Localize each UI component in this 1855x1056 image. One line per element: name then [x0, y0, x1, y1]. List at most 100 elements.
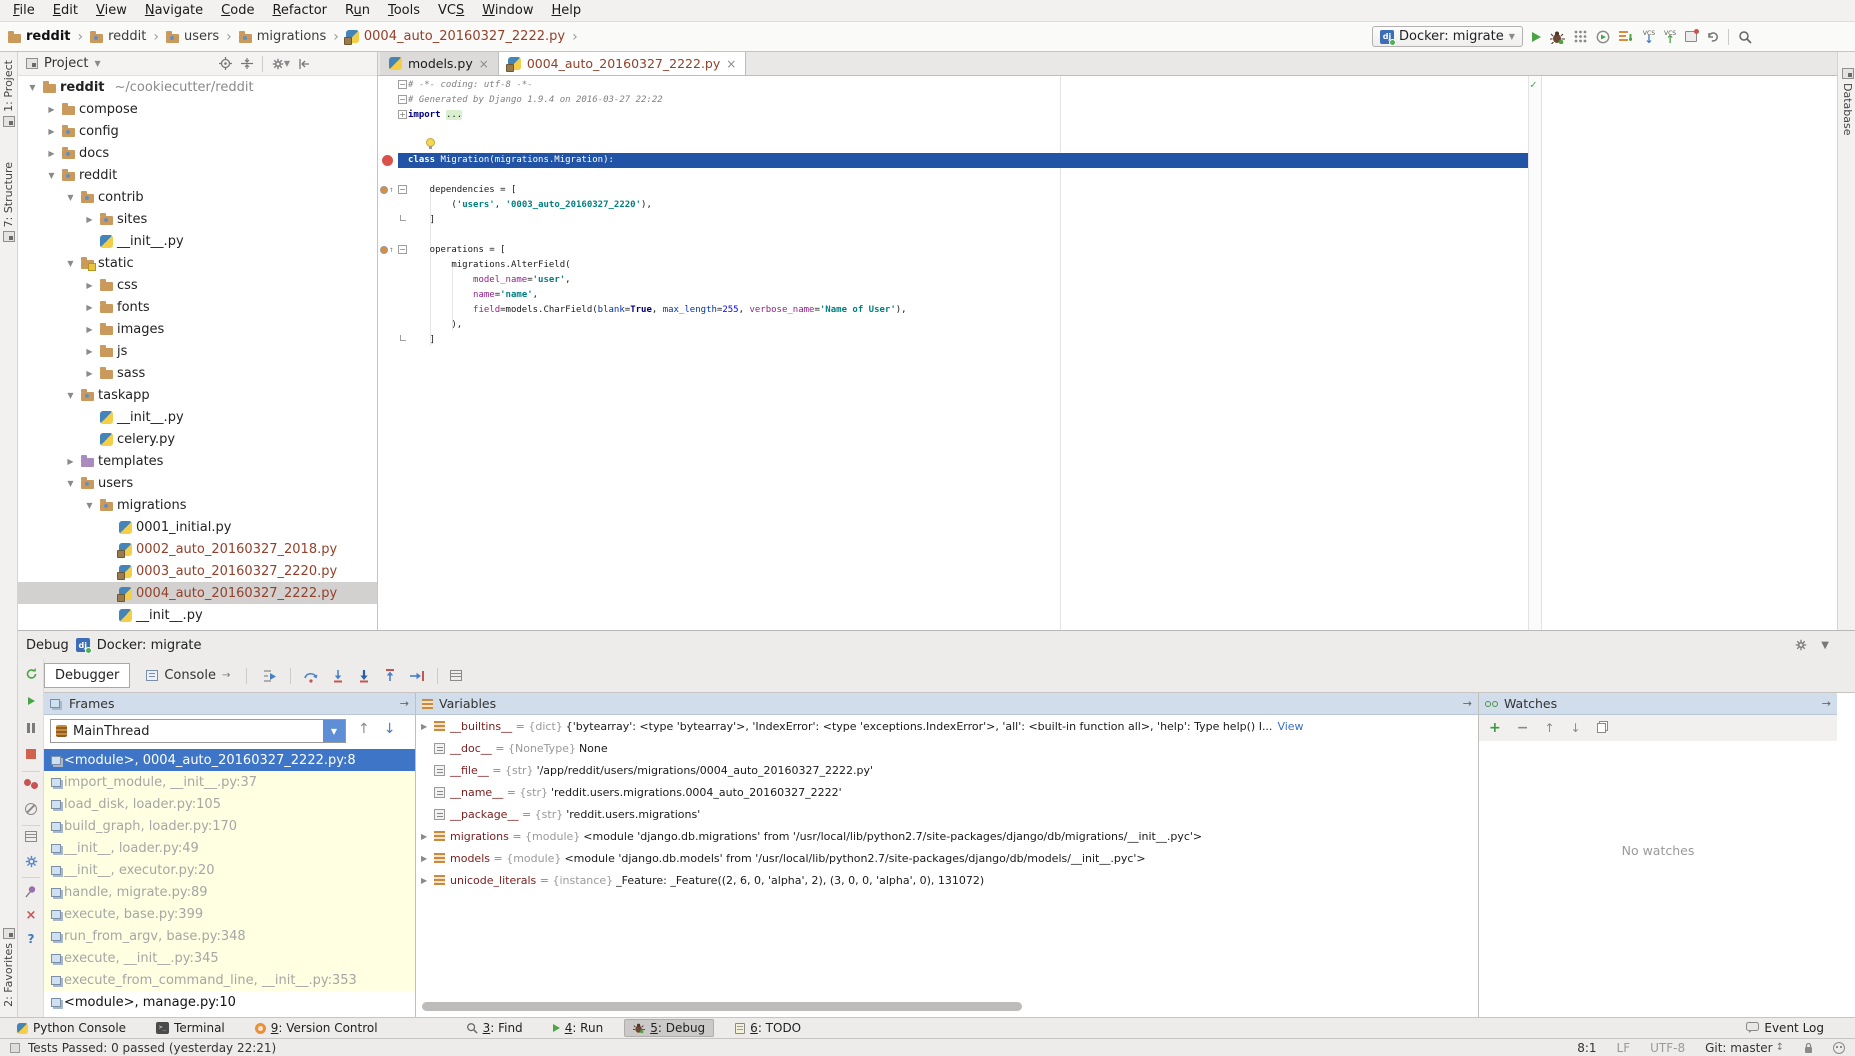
chevron-expanded-icon[interactable] [64, 259, 77, 268]
frame-row[interactable]: load_disk, loader.py:105 [44, 793, 415, 815]
menu-window[interactable]: Window [473, 3, 542, 18]
hide-panel-button[interactable] [299, 58, 311, 70]
frame-row[interactable]: run_from_argv, base.py:348 [44, 925, 415, 947]
git-branch-widget[interactable]: Git: master↕ [1705, 1041, 1784, 1055]
changes-icon[interactable] [1685, 31, 1697, 42]
help-button[interactable]: ? [23, 933, 39, 945]
encoding-indicator[interactable]: UTF-8 [1650, 1041, 1685, 1055]
tree-item[interactable]: sass [18, 362, 377, 384]
view-link[interactable]: View [1277, 720, 1303, 733]
chevron-collapsed-icon[interactable] [64, 457, 77, 466]
tab-debugger[interactable]: Debugger [44, 663, 130, 688]
line-ending-indicator[interactable]: LF [1617, 1041, 1631, 1055]
tree-item[interactable]: taskapp [18, 384, 377, 406]
close-icon[interactable] [479, 57, 489, 71]
breadcrumb-item[interactable]: users [166, 29, 219, 44]
force-step-into-button[interactable] [357, 669, 371, 683]
chevron-expanded-icon[interactable] [45, 171, 58, 180]
gutter-attribute-icon[interactable]: ↑ [380, 185, 394, 194]
fold-marker-icon[interactable] [398, 80, 407, 89]
gutter-attribute-icon[interactable]: ↑ [380, 245, 394, 254]
chevron-collapsed-icon[interactable] [421, 722, 434, 731]
tab-console[interactable]: Console [136, 664, 240, 687]
menu-tools[interactable]: Tools [379, 3, 429, 18]
hide-panel-icon[interactable]: ▼ [1821, 640, 1829, 651]
float-panel-icon[interactable] [400, 697, 409, 710]
revert-button[interactable] [1706, 30, 1719, 43]
evaluate-expression-icon[interactable] [450, 670, 462, 681]
run-button[interactable] [1532, 32, 1541, 42]
float-panel-icon[interactable] [1463, 697, 1472, 710]
debugger-settings-button[interactable] [23, 855, 39, 868]
chevron-collapsed-icon[interactable] [83, 347, 96, 356]
tool-window-toggle-icon[interactable] [10, 1043, 20, 1053]
frame-row[interactable]: __init__, loader.py:49 [44, 837, 415, 859]
resume-button[interactable] [23, 697, 39, 705]
menu-edit[interactable]: Edit [44, 3, 87, 18]
toolbtn-python-console[interactable]: Python Console [8, 1019, 135, 1037]
fold-marker-icon[interactable] [398, 245, 407, 254]
step-out-button[interactable] [383, 669, 397, 683]
tree-item[interactable]: users [18, 472, 377, 494]
tree-item[interactable]: contrib [18, 186, 377, 208]
breakpoint-icon[interactable] [382, 155, 393, 166]
run-to-cursor-button[interactable] [409, 669, 425, 683]
tree-item[interactable]: images [18, 318, 377, 340]
error-stripe[interactable] [1528, 76, 1542, 630]
mute-breakpoints-button[interactable] [23, 803, 39, 815]
tree-item[interactable]: sites [18, 208, 377, 230]
tree-item[interactable]: 0003_auto_20160327_2220.py [18, 560, 377, 582]
tree-item[interactable]: migrations [18, 494, 377, 516]
chevron-collapsed-icon[interactable] [83, 303, 96, 312]
frame-row[interactable]: handle, migrate.py:89 [44, 881, 415, 903]
variable-row[interactable]: __builtins__ = {dict}{'bytearray': <type… [416, 715, 1478, 737]
frame-row[interactable]: <module>, manage.py:10 [44, 991, 415, 1013]
tree-item[interactable]: templates [18, 450, 377, 472]
menu-refactor[interactable]: Refactor [263, 3, 336, 18]
tree-item[interactable]: css [18, 274, 377, 296]
tool-window-tab-project[interactable]: 1: Project [2, 60, 15, 127]
tree-item[interactable]: reddit [18, 164, 377, 186]
float-panel-icon[interactable] [1822, 697, 1831, 710]
tree-item[interactable]: config [18, 120, 377, 142]
menu-run[interactable]: Run [336, 3, 379, 18]
coverage-button[interactable] [1574, 30, 1587, 43]
toolbtn-debug[interactable]: 5: Debug [624, 1019, 714, 1037]
tree-item[interactable]: compose [18, 98, 377, 120]
menu-view[interactable]: View [87, 3, 136, 18]
variable-row[interactable]: migrations = {module}<module 'django.db.… [416, 825, 1478, 847]
chevron-expanded-icon[interactable] [64, 391, 77, 400]
tree-item[interactable]: __init__.py [18, 406, 377, 428]
profiler-button[interactable] [1596, 30, 1610, 44]
chevron-collapsed-icon[interactable] [45, 127, 58, 136]
chevron-expanded-icon[interactable] [64, 479, 77, 488]
variable-row[interactable]: __file__ = {str}'/app/reddit/users/migra… [416, 759, 1478, 781]
chevron-expanded-icon[interactable] [26, 83, 39, 92]
status-message[interactable]: Tests Passed: 0 passed (yesterday 22:21) [28, 1041, 276, 1055]
vcs-commit-button[interactable]: ↑ [1664, 31, 1676, 43]
frame-row[interactable]: __init__, executor.py:20 [44, 859, 415, 881]
move-up-button[interactable]: ↑ [1544, 721, 1554, 735]
intention-bulb-icon[interactable] [426, 138, 435, 147]
collapse-all-button[interactable] [241, 57, 253, 70]
editor-tab-active[interactable]: 0004_auto_20160327_2222.py [498, 52, 747, 75]
move-down-button[interactable]: ↓ [1571, 721, 1581, 735]
horizontal-scrollbar[interactable] [422, 1002, 1022, 1011]
debug-button[interactable] [1550, 30, 1565, 44]
tool-window-tab-favorites[interactable]: 2: Favorites [2, 928, 15, 1007]
toolbtn-todo[interactable]: 6: TODO [726, 1019, 810, 1037]
breadcrumb-item-file[interactable]: 0004_auto_20160327_2222.py [346, 29, 565, 44]
step-over-button[interactable] [303, 669, 319, 683]
locate-file-button[interactable] [219, 57, 232, 70]
frame-row[interactable]: execute_from_command_line, __init__.py:3… [44, 969, 415, 991]
chevron-collapsed-icon[interactable] [421, 854, 434, 863]
toolbtn-terminal[interactable]: >_Terminal [147, 1019, 234, 1037]
vcs-update-button[interactable]: ↓ [1643, 31, 1655, 43]
fold-marker-icon[interactable] [398, 185, 407, 194]
menu-navigate[interactable]: Navigate [136, 3, 212, 18]
chevron-collapsed-icon[interactable] [83, 369, 96, 378]
toolbtn-run[interactable]: 4: Run [544, 1019, 613, 1037]
thread-dropdown-button[interactable] [323, 720, 345, 742]
chevron-down-icon[interactable]: ▼ [94, 59, 100, 68]
close-button[interactable]: × [23, 909, 39, 922]
